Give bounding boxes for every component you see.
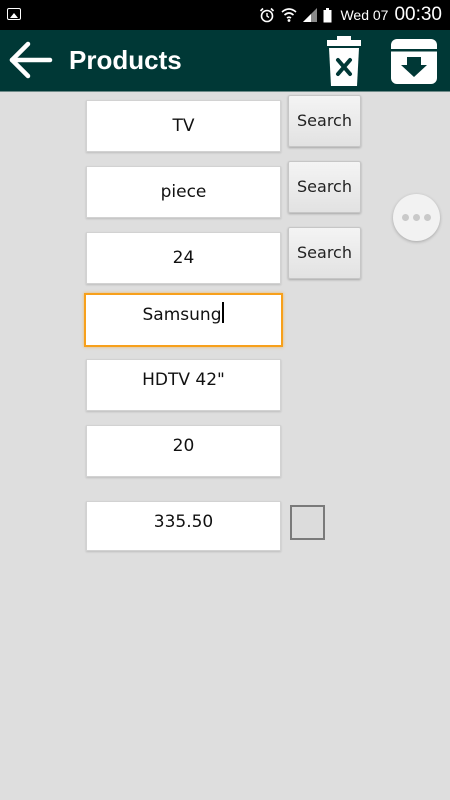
quantity-value: 20 — [172, 436, 195, 456]
delete-icon — [327, 36, 361, 86]
price-field[interactable]: 335.50 — [86, 501, 281, 551]
archive-button[interactable] — [390, 38, 438, 85]
status-bar: Wed 07 00:30 — [0, 0, 450, 30]
status-time: 00:30 — [394, 4, 442, 25]
unit-value: piece — [160, 182, 207, 202]
page-title: Products — [69, 45, 182, 75]
text-cursor — [222, 302, 225, 323]
back-arrow-icon — [9, 41, 53, 79]
code-search-button[interactable]: Search — [288, 227, 361, 279]
delete-button[interactable] — [324, 35, 364, 87]
unit-field[interactable]: piece — [86, 166, 281, 218]
action-bar: Products — [0, 30, 450, 92]
category-search-button[interactable]: Search — [288, 95, 361, 147]
price-checkbox[interactable] — [290, 505, 325, 540]
wifi-icon — [281, 8, 297, 22]
price-value: 335.50 — [153, 512, 214, 532]
alarm-icon — [260, 7, 275, 23]
model-value: HDTV 42" — [142, 370, 225, 390]
back-button[interactable] — [8, 40, 54, 80]
archive-download-icon — [391, 39, 437, 84]
code-field[interactable]: 24 — [86, 232, 281, 284]
signal-icon — [303, 8, 318, 22]
gallery-icon — [7, 8, 21, 20]
category-field[interactable]: TV — [86, 100, 281, 152]
model-field[interactable]: HDTV 42" — [86, 359, 281, 411]
unit-search-button[interactable]: Search — [288, 161, 361, 213]
status-date: Wed 07 — [340, 7, 389, 23]
overflow-menu-button[interactable] — [393, 194, 440, 241]
brand-value: Samsung — [142, 305, 222, 325]
battery-icon — [323, 7, 332, 22]
code-value: 24 — [172, 248, 195, 268]
brand-field[interactable]: Samsung — [84, 293, 283, 347]
quantity-field[interactable]: 20 — [86, 425, 281, 477]
category-value: TV — [172, 116, 195, 136]
